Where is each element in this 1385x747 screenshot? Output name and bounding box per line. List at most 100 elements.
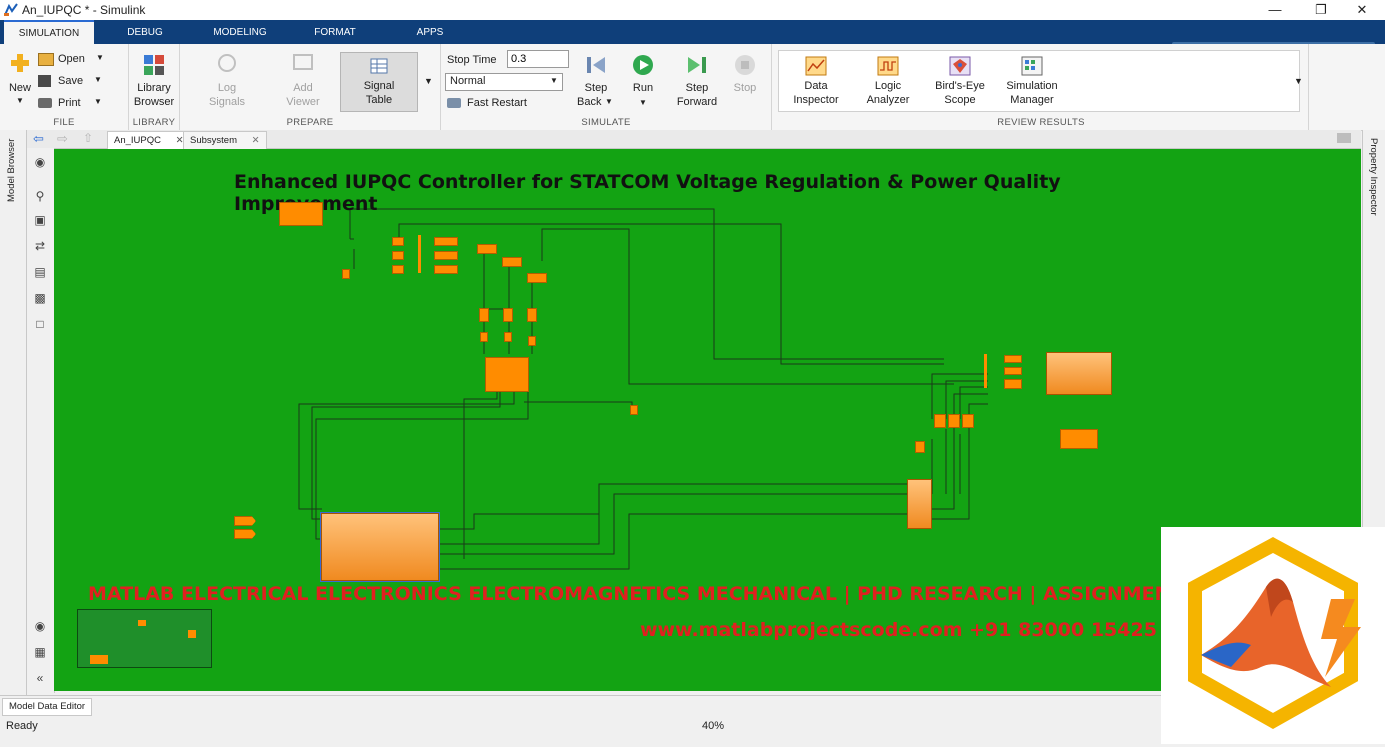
run-button[interactable]: Run ▼ [623, 52, 663, 114]
mux-block[interactable] [984, 354, 987, 388]
model-block[interactable] [630, 405, 638, 415]
input-port-block[interactable] [234, 516, 256, 526]
model-block[interactable] [279, 202, 323, 226]
subsystem-block[interactable] [1046, 352, 1112, 395]
tab-apps[interactable]: APPS [405, 20, 455, 44]
model-block[interactable] [1060, 429, 1098, 449]
model-block[interactable] [434, 265, 458, 274]
step-back-icon [587, 57, 605, 73]
controller-block[interactable] [485, 357, 529, 392]
model-block[interactable] [392, 265, 404, 274]
step-back-button[interactable]: Step Back ▼ [573, 52, 619, 114]
log-signals-button[interactable]: Log Signals [200, 52, 254, 114]
tree-icon[interactable]: ▦ [32, 644, 48, 660]
model-block[interactable] [1004, 355, 1022, 363]
chevron-down-icon: ▼ [94, 97, 102, 106]
model-block[interactable] [502, 257, 522, 267]
matlab-logo-icon [1188, 537, 1361, 730]
model-block[interactable] [434, 237, 458, 246]
keyboard-icon[interactable] [1337, 133, 1351, 143]
new-button[interactable]: New ▼ [6, 52, 34, 112]
model-block[interactable] [434, 251, 458, 260]
model-data-editor-tab[interactable]: Model Data Editor [2, 698, 93, 716]
folder-icon [38, 53, 54, 66]
add-viewer-button[interactable]: Add Viewer [276, 52, 330, 114]
library-browser-button[interactable]: Library Browser [131, 52, 177, 114]
title-bar: An_IUPQC * - Simulink — ❐ ✕ [0, 0, 1385, 20]
arrow-icon[interactable]: ⇄ [32, 238, 48, 254]
tab-debug[interactable]: DEBUG [110, 20, 180, 44]
property-inspector-tab[interactable]: Property Inspector [1368, 138, 1379, 216]
simulation-mode-select[interactable]: Normal ▼ [445, 73, 563, 91]
stop-button[interactable]: Stop [727, 52, 763, 114]
review-results-section-label: REVIEW RESULTS [997, 117, 1085, 128]
subsystem-block[interactable] [907, 479, 932, 529]
toolstrip: New ▼ Open ▼ Save ▼ Print ▼ FILE Library… [0, 44, 1385, 131]
save-button[interactable]: Save ▼ [38, 74, 118, 90]
up-arrow-icon[interactable]: ⇧ [83, 131, 93, 145]
minimize-button[interactable]: — [1252, 0, 1298, 20]
area-icon[interactable]: □ [32, 316, 48, 332]
model-block[interactable] [962, 414, 974, 428]
print-label: Print [58, 97, 81, 109]
model-block[interactable] [1004, 367, 1022, 375]
stop-time-input[interactable] [507, 50, 569, 68]
simulation-manager-button[interactable]: Simulation Manager [1000, 52, 1064, 112]
model-block[interactable] [503, 308, 513, 322]
mux-block[interactable] [418, 235, 421, 273]
open-button[interactable]: Open ▼ [38, 52, 118, 68]
model-block[interactable] [392, 251, 404, 260]
image-icon[interactable]: ▩ [32, 290, 48, 306]
restore-button[interactable]: ❐ [1298, 0, 1344, 20]
model-block[interactable] [934, 414, 946, 428]
model-block[interactable] [477, 244, 497, 254]
fast-restart-toggle[interactable]: Fast Restart [447, 96, 547, 112]
close-window-button[interactable]: ✕ [1339, 0, 1385, 20]
data-inspector-icon [805, 56, 827, 76]
model-browser-tab[interactable]: Model Browser [6, 139, 17, 202]
tab-modeling[interactable]: MODELING [200, 20, 280, 44]
signal-label-1: Signal [363, 80, 395, 92]
logic-analyzer-button[interactable]: Logic Analyzer [858, 52, 918, 112]
model-block[interactable] [1004, 379, 1022, 389]
editor-tab-an-iupqc[interactable]: An_IUPQC ✕ [107, 131, 191, 149]
input-port-block[interactable] [234, 529, 256, 539]
close-icon[interactable]: ✕ [252, 135, 260, 146]
main-subsystem-block[interactable] [320, 512, 440, 582]
model-block[interactable] [527, 273, 547, 283]
tab-format[interactable]: FORMAT [300, 20, 370, 44]
prepare-gallery-chevron-icon[interactable]: ▼ [424, 76, 433, 86]
editor-tab-subsystem[interactable]: Subsystem ✕ [183, 131, 267, 149]
tab-simulation[interactable]: SIMULATION [4, 20, 94, 44]
signal-table-button[interactable]: Signal Table [340, 52, 418, 112]
data-inspector-button[interactable]: Data Inspector [788, 52, 844, 112]
birds-eye-scope-button[interactable]: Bird's-Eye Scope [930, 52, 990, 112]
back-arrow-icon[interactable]: ⇦ [33, 131, 44, 147]
logic-analyzer-label-1: Logic [874, 80, 902, 92]
window-title: An_IUPQC * - Simulink [22, 3, 146, 17]
model-block[interactable] [392, 237, 404, 246]
forward-arrow-icon[interactable]: ⇨ [57, 131, 68, 147]
model-block[interactable] [527, 308, 537, 322]
camera-icon[interactable]: ◉ [32, 618, 48, 634]
model-block[interactable] [342, 269, 350, 279]
overview-minimap[interactable] [77, 609, 212, 668]
hide-show-explorer-icon[interactable]: ◉ [32, 154, 48, 170]
model-block[interactable] [948, 414, 960, 428]
model-block[interactable] [480, 332, 488, 342]
canvas-title: Enhanced IUPQC Controller for STATCOM Vo… [234, 171, 1061, 215]
model-block[interactable] [915, 441, 925, 453]
model-block[interactable] [528, 336, 536, 346]
file-section: New ▼ Open ▼ Save ▼ Print ▼ FILE [0, 44, 129, 130]
annotation-icon[interactable]: ▤ [32, 264, 48, 280]
collapse-icon[interactable]: « [32, 670, 48, 686]
step-forward-button[interactable]: Step Forward [671, 52, 723, 114]
chevron-down-icon: ▼ [96, 53, 104, 62]
review-gallery-chevron-icon[interactable]: ▼ [1294, 76, 1303, 86]
print-button[interactable]: Print ▼ [38, 96, 118, 112]
status-text: Ready [6, 720, 38, 732]
fit-to-view-icon[interactable]: ▣ [32, 212, 48, 228]
zoom-icon[interactable]: ⚲ [32, 188, 48, 204]
model-block[interactable] [504, 332, 512, 342]
model-block[interactable] [479, 308, 489, 322]
